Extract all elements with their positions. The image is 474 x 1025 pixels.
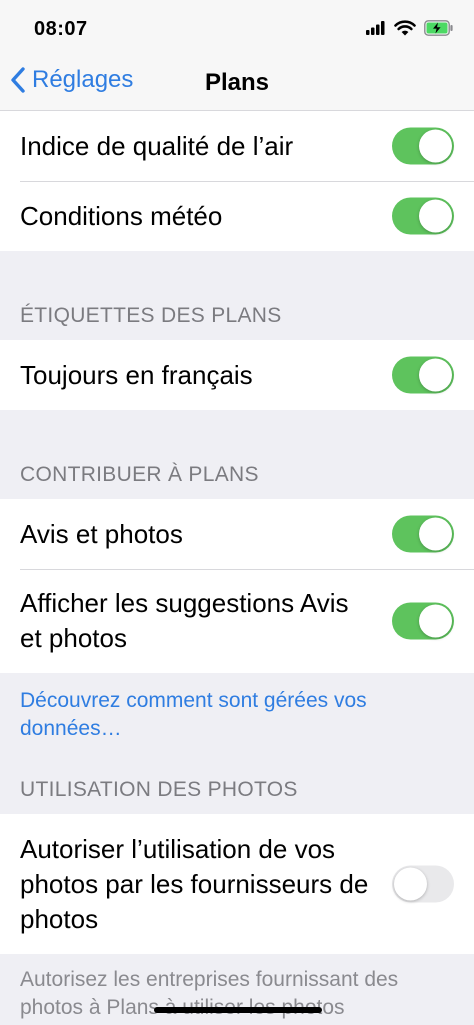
toggle-knob	[419, 517, 452, 551]
privacy-link[interactable]: Découvrez comment sont gérées vos donnée…	[0, 673, 474, 746]
page-title: Plans	[204, 69, 270, 96]
row-weather-conditions: Conditions météo	[0, 181, 474, 251]
status-bar: 08:07	[0, 0, 474, 56]
toggle-knob	[419, 129, 452, 163]
group-photo-usage: Autoriser l’utilisation de vos photos pa…	[0, 814, 474, 954]
toggle-knob	[419, 604, 452, 638]
status-time: 08:07	[34, 18, 88, 40]
settings-list: Indice de qualité de l’air Conditions mé…	[0, 111, 474, 1022]
weather-conditions-toggle[interactable]	[392, 197, 454, 235]
battery-charging-icon	[424, 20, 454, 41]
photo-providers-toggle[interactable]	[392, 865, 454, 903]
home-indicator[interactable]	[154, 1007, 322, 1013]
group-weather: Indice de qualité de l’air Conditions mé…	[0, 111, 474, 251]
section-header-text: ÉTIQUETTES DES PLANS	[20, 304, 282, 327]
cellular-signal-icon	[366, 21, 386, 40]
toggle-knob	[419, 199, 452, 233]
section-header-text: CONTRIBUER À PLANS	[20, 463, 259, 486]
always-french-toggle[interactable]	[392, 356, 454, 394]
navigation-bar: Réglages Plans	[0, 56, 474, 111]
wifi-icon	[394, 20, 416, 41]
section-header-map-labels: ÉTIQUETTES DES PLANS	[0, 251, 474, 340]
row-photo-providers: Autoriser l’utilisation de vos photos pa…	[0, 814, 474, 954]
reviews-photos-toggle[interactable]	[392, 515, 454, 553]
status-icons	[366, 20, 454, 41]
row-always-french: Toujours en français	[0, 340, 474, 410]
show-suggestions-toggle[interactable]	[392, 602, 454, 640]
section-header-photo-usage: UTILISATION DES PHOTOS	[0, 746, 474, 814]
section-header-text: UTILISATION DES PHOTOS	[20, 778, 298, 801]
air-quality-toggle[interactable]	[392, 127, 454, 165]
row-show-suggestions: Afficher les suggestions Avis et photos	[0, 569, 474, 673]
group-map-labels: Toujours en français	[0, 340, 474, 410]
toggle-knob	[419, 358, 452, 392]
toggle-knob	[394, 867, 427, 901]
row-reviews-photos: Avis et photos	[0, 499, 474, 569]
row-air-quality: Indice de qualité de l’air	[0, 111, 474, 181]
section-header-contribute: CONTRIBUER À PLANS	[0, 410, 474, 499]
group-contribute: Avis et photos Afficher les suggestions …	[0, 499, 474, 673]
